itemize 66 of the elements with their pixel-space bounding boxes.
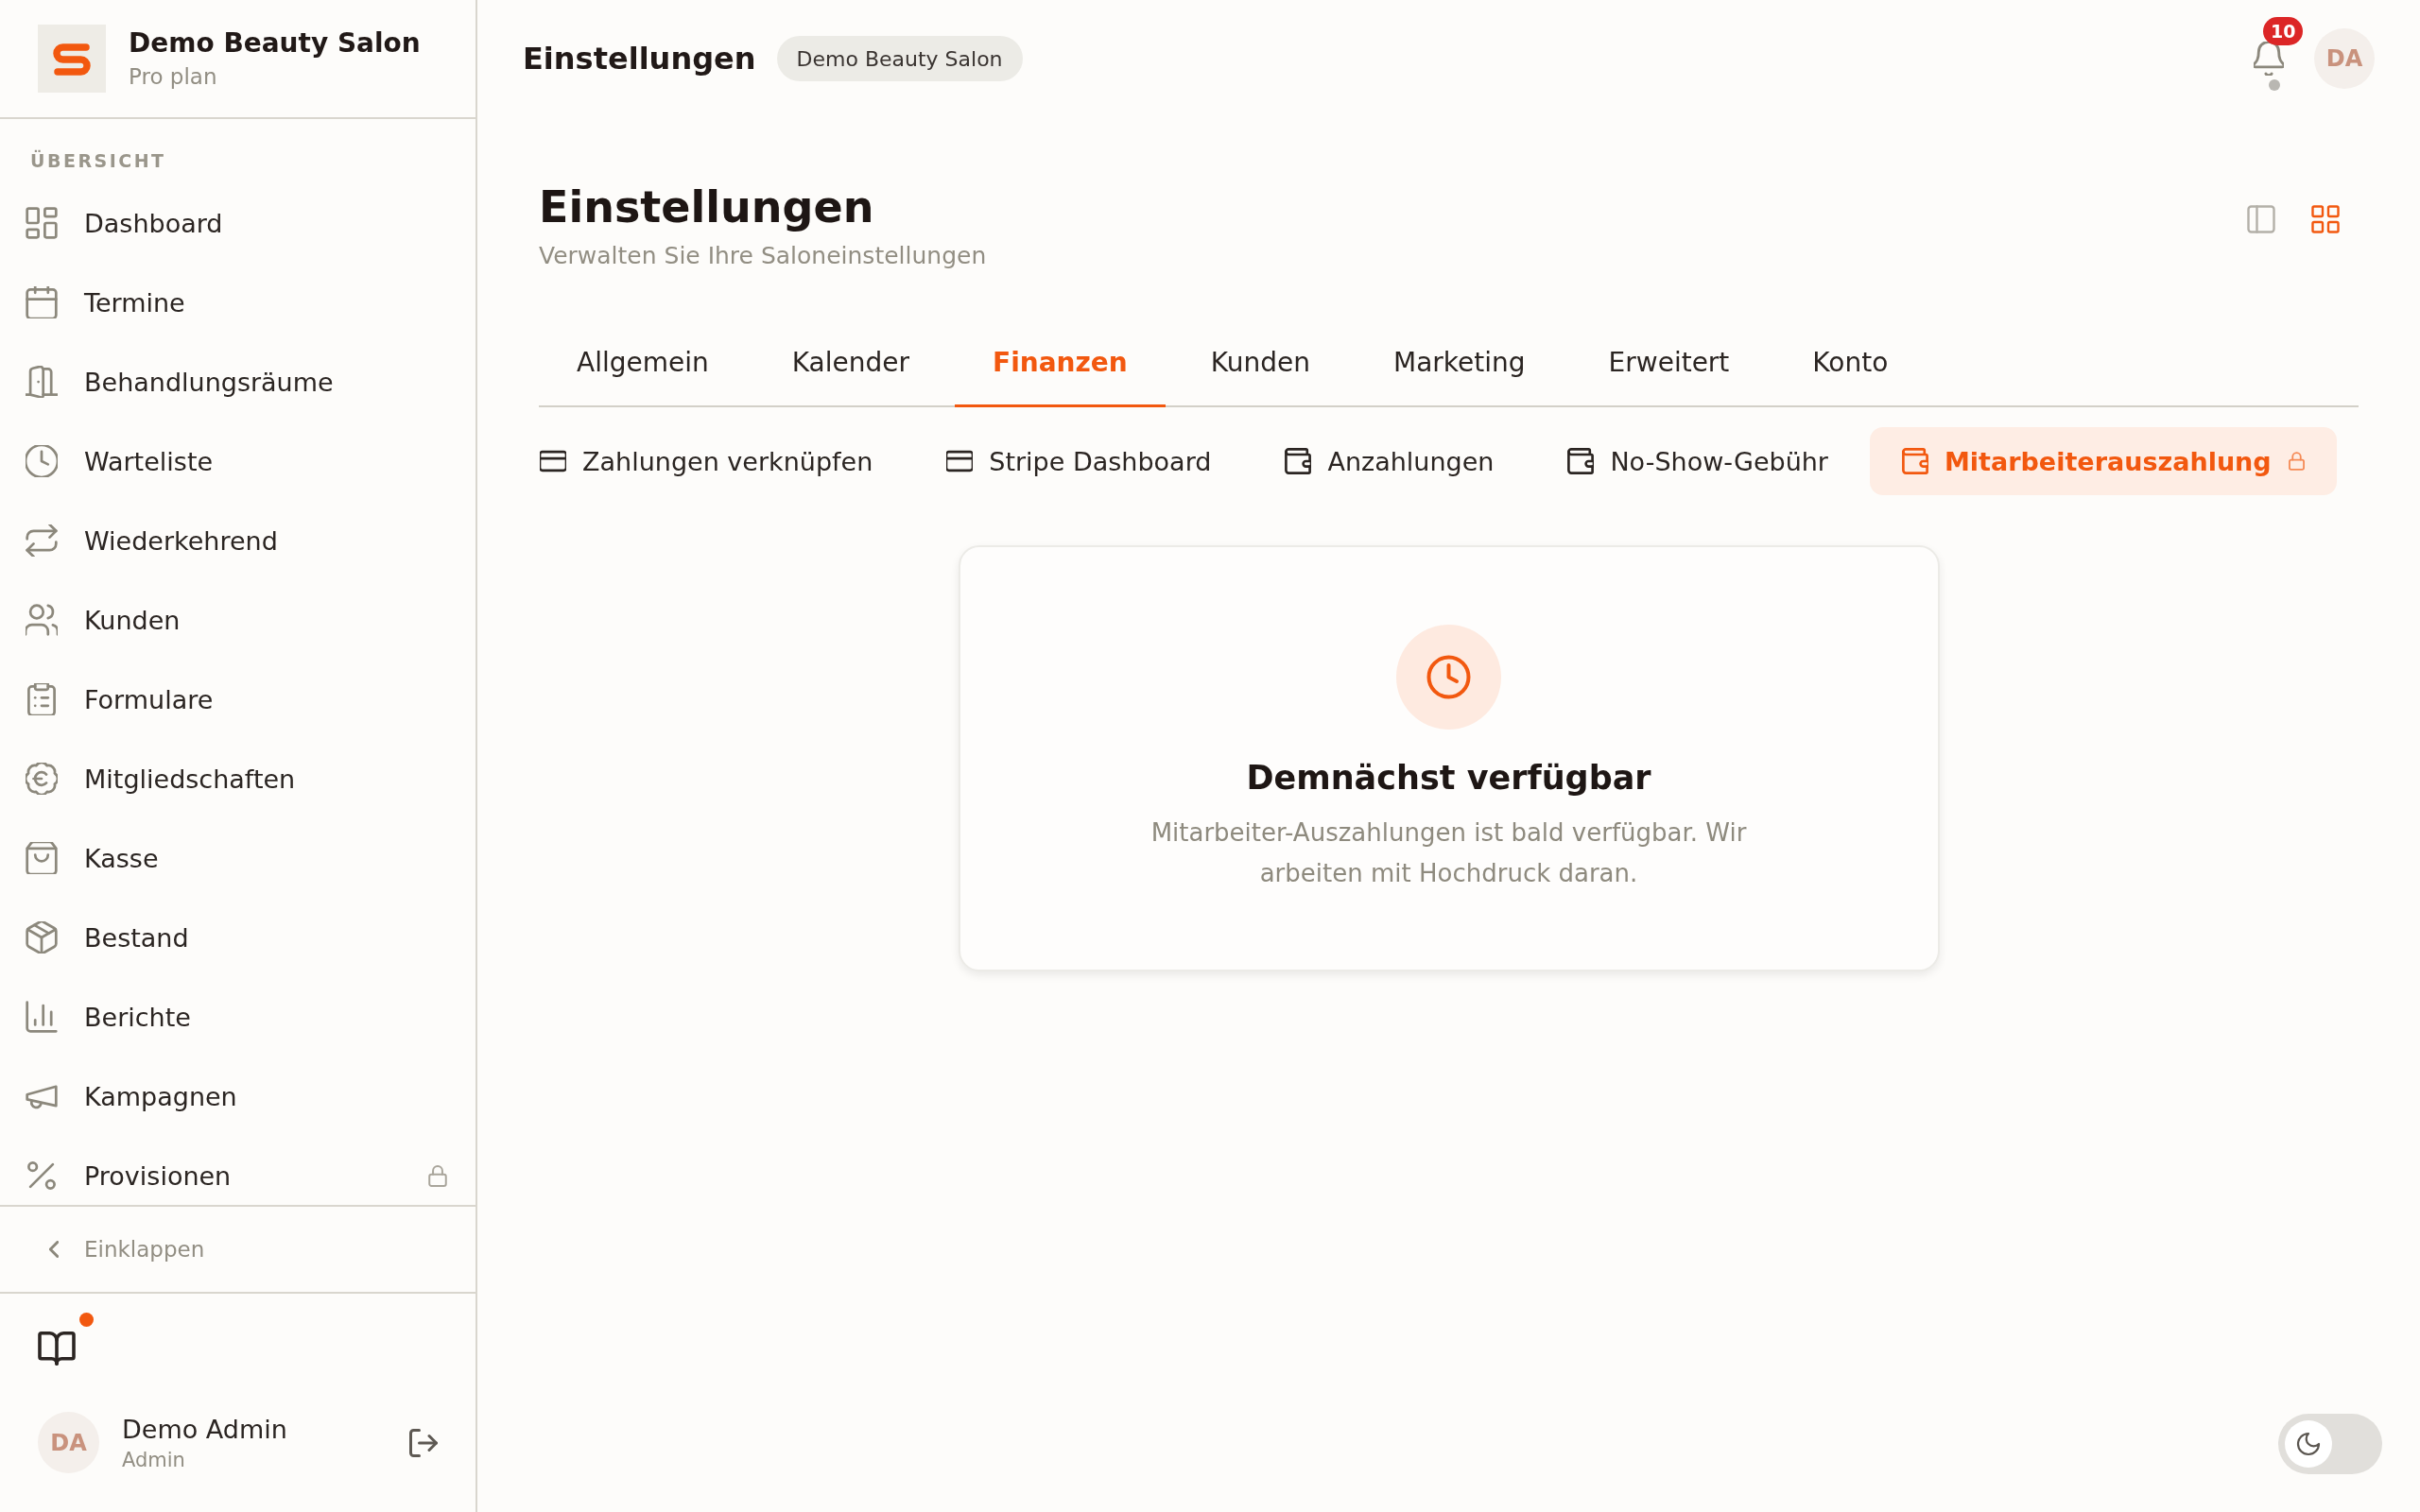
settings-tab[interactable]: Kunden [1172,321,1348,407]
nav-item[interactable]: Behandlungsräume [11,352,464,412]
page-subtitle: Verwalten Sie Ihre Saloneinstellungen [539,241,987,271]
settings-tab[interactable]: Erweitert [1570,321,1768,407]
wallet-icon [1285,448,1312,474]
grid-icon [2311,205,2340,233]
subtab[interactable]: Stripe Dashboard [914,427,1244,495]
nav-item[interactable]: Provisionen [11,1145,464,1205]
chevron-left-icon [49,1241,59,1258]
credit-card-icon [540,448,566,474]
salon-tag: Demo Beauty Salon [776,36,1023,81]
help-button[interactable] [38,1332,76,1366]
moon-icon [2285,1420,2332,1468]
calendar-icon [26,286,58,318]
subtab[interactable]: Anzahlungen [1253,427,1527,495]
door-icon [26,366,58,398]
notice-text: Mitarbeiter-Auszahlungen ist bald verfügbar. Wir arbeiten mit Hochdruck daran. [1150,817,1748,889]
settings-tab[interactable]: Kalender [753,321,948,407]
salon-name: Demo Beauty Salon [129,27,421,60]
wallet-icon [1901,448,1928,474]
nav-item[interactable]: Kasse [11,828,464,888]
package-icon [26,921,58,954]
wallet-icon [1567,448,1595,474]
nav-item[interactable]: Berichte [11,987,464,1047]
page-title: Einstellungen [539,180,875,233]
nav-item[interactable]: Dashboard [11,193,464,253]
nav-item[interactable]: Termine [11,272,464,333]
clipboard-list-icon [26,683,58,715]
percent-icon [26,1160,58,1192]
nav-item[interactable]: Formulare [11,669,464,730]
notifications-button[interactable] [2252,42,2286,76]
grid-icon [26,207,58,239]
nav-item[interactable]: Warteliste [11,431,464,491]
book-icon [38,1332,76,1366]
credit-card-icon [946,448,974,474]
clock-icon [1396,625,1501,730]
notice-title: Demnächst verfügbar [1246,758,1651,798]
settings-tab[interactable]: Allgemein [539,321,747,407]
nav-item[interactable]: Bestand [11,907,464,968]
notification-count-badge: 10 [2263,17,2304,45]
panel-left-icon [2247,205,2275,233]
clock-icon [26,445,58,477]
euro-badge-icon [26,763,58,795]
subtab[interactable]: No-Show-Gebühr [1535,427,1860,495]
nav-item[interactable]: Kunden [11,590,464,650]
repeat-arrows-icon [26,524,58,557]
logout-button[interactable] [409,1428,438,1457]
nav-item[interactable]: Mitgliedschaften [11,748,464,809]
settings-tab[interactable]: Marketing [1356,321,1564,407]
nav-item[interactable]: Wiederkehrend [11,510,464,571]
subtab[interactable]: Zahlungen verknüpfen [508,427,906,495]
shopping-bag-icon [26,842,58,874]
user-avatar: DA [38,1412,99,1473]
user-role: Admin [122,1447,186,1472]
settings-tab[interactable]: Konto [1774,321,1927,407]
status-dot-icon [2269,79,2280,91]
users-icon [26,604,58,636]
logo-icon [38,25,106,93]
user-name: Demo Admin [122,1413,288,1446]
section-label: ÜBERSICHT [29,151,167,170]
nav-item[interactable]: Kampagnen [11,1066,464,1126]
topbar-title: Einstellungen [523,41,756,77]
bell-icon [2254,42,2284,76]
bar-chart-icon [26,1001,58,1033]
plan-label: Pro plan [129,63,218,90]
logout-icon [409,1428,438,1457]
